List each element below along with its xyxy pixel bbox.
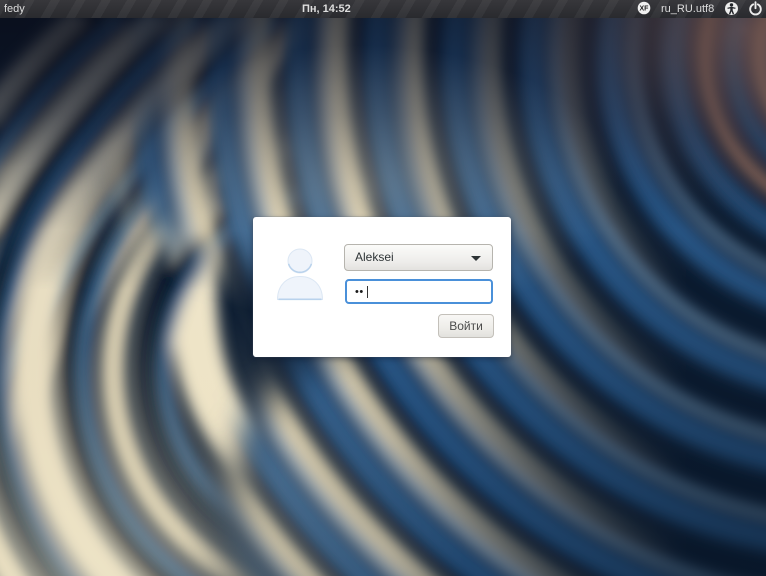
svg-text:XF: XF [640, 6, 650, 13]
